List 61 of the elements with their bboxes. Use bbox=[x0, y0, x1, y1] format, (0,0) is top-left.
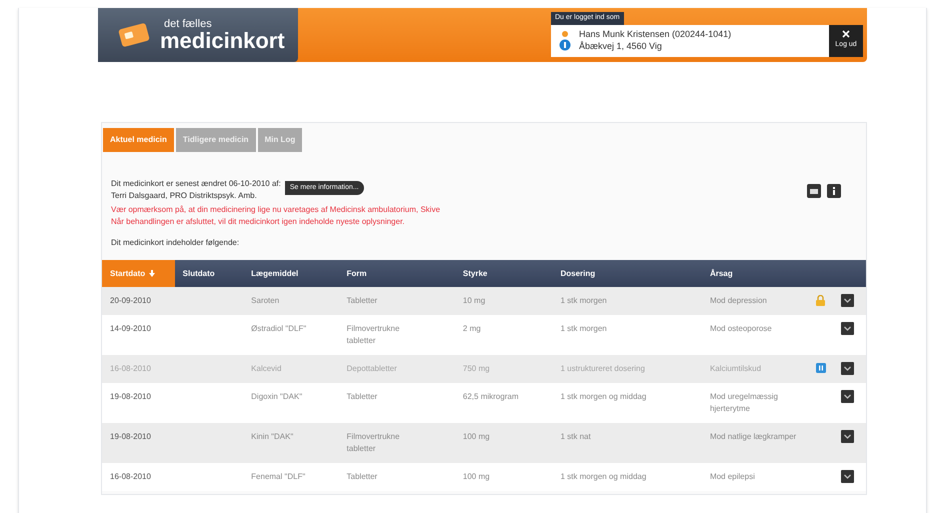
table-cell: 1 stk morgen bbox=[560, 296, 607, 305]
table-cell: Tabletter bbox=[346, 391, 378, 403]
table-cell: 14-09-2010 bbox=[110, 324, 151, 333]
contents-text: Dit medicinkort indeholder følgende: bbox=[111, 237, 240, 249]
table-cell: 1 stk morgen og middag bbox=[560, 472, 646, 481]
table-cell: Mod natlige lægkramper bbox=[710, 431, 796, 443]
table-cell: Mod osteoporose bbox=[710, 323, 772, 335]
column-header[interactable]: Dosering bbox=[552, 260, 702, 287]
table-cell: Mod epilepsi bbox=[710, 471, 755, 483]
table-cell: Kalcevid bbox=[251, 364, 282, 373]
logo[interactable]: det fælles medicinkort bbox=[98, 8, 298, 62]
logo-text: medicinkort bbox=[160, 30, 285, 52]
column-header[interactable]: Slutdato bbox=[174, 260, 244, 287]
table-cell: 750 mg bbox=[462, 364, 490, 373]
table-cell: 2 mg bbox=[462, 324, 481, 333]
table-cell: 16-08-2010 bbox=[110, 472, 151, 481]
column-header[interactable]: Lægemiddel bbox=[243, 260, 339, 287]
table-cell: 16-08-2010 bbox=[110, 364, 151, 373]
table-cell: 62,5 mikrogram bbox=[462, 392, 518, 401]
close-icon bbox=[842, 30, 850, 38]
table-cell: 1 ustruktureret dosering bbox=[560, 364, 645, 373]
table-cell: Saroten bbox=[251, 296, 280, 305]
user-name: Hans Munk Kristensen (020244-1041) bbox=[579, 29, 732, 40]
table-cell: 19-08-2010 bbox=[110, 392, 151, 401]
table-cell-text: Filmovertrukne tabletter bbox=[346, 431, 401, 455]
info-icon[interactable] bbox=[827, 184, 841, 198]
table-cell: 1 stk morgen og middag bbox=[560, 392, 646, 401]
table-cell: Kinin "DAK" bbox=[251, 432, 294, 441]
table-cell: Fenemal "DLF" bbox=[251, 472, 306, 481]
table-cell-text: Mod uregelmæssig hjerterytme bbox=[710, 391, 779, 415]
sort-down-icon bbox=[149, 270, 156, 277]
table-cell: Depottabletter bbox=[346, 363, 397, 375]
change-info-text: Dit medicinkort er senest ændret 06-10-2010 af: bbox=[111, 178, 281, 190]
dropdown-icon[interactable] bbox=[841, 294, 854, 307]
table-cell: Tabletter bbox=[346, 471, 378, 483]
table-cell: 20-09-2010 bbox=[110, 296, 151, 305]
logo-text: det fælles bbox=[164, 18, 213, 30]
change-author-text: Terri Dalsgaard, PRO Distriktspsyk. Amb. bbox=[111, 190, 258, 202]
table-cell: Østradiol "DLF" bbox=[251, 324, 306, 333]
warning-text: Vær opmærksom på, at din medicinering lige nu varetages af Medicinsk ambulatorium, Skive Når behandlingen er afsluttet, vil dit medicinkort igen indeholde nyeste oplysninger. bbox=[111, 204, 440, 228]
user-info-icon bbox=[559, 30, 571, 52]
table-cell-text: Filmovertrukne tabletter bbox=[346, 323, 401, 347]
print-icon[interactable] bbox=[807, 184, 821, 198]
table-cell: 100 mg bbox=[462, 432, 490, 441]
table-cell: Mod depression bbox=[710, 295, 767, 307]
dropdown-icon[interactable] bbox=[841, 322, 854, 335]
table-cell: 1 stk morgen bbox=[560, 324, 607, 333]
dropdown-icon[interactable] bbox=[841, 430, 854, 443]
table-cell: Kalciumtilskud bbox=[710, 363, 762, 375]
column-header[interactable]: Styrke bbox=[454, 260, 552, 287]
column-header[interactable]: Form bbox=[338, 260, 455, 287]
dropdown-icon[interactable] bbox=[841, 470, 854, 483]
table-cell: 100 mg bbox=[462, 472, 490, 481]
table-cell: 10 mg bbox=[462, 296, 486, 305]
user-address: Åbækvej 1, 4560 Vig bbox=[579, 40, 663, 52]
table-cell: Digoxin "DAK" bbox=[251, 392, 302, 401]
column-header[interactable]: Årsag bbox=[702, 260, 816, 287]
table-cell: 1 stk nat bbox=[560, 432, 591, 441]
table-cell: Tabletter bbox=[346, 295, 378, 307]
table-cell: 19-08-2010 bbox=[110, 432, 151, 441]
dropdown-icon[interactable] bbox=[841, 390, 854, 403]
